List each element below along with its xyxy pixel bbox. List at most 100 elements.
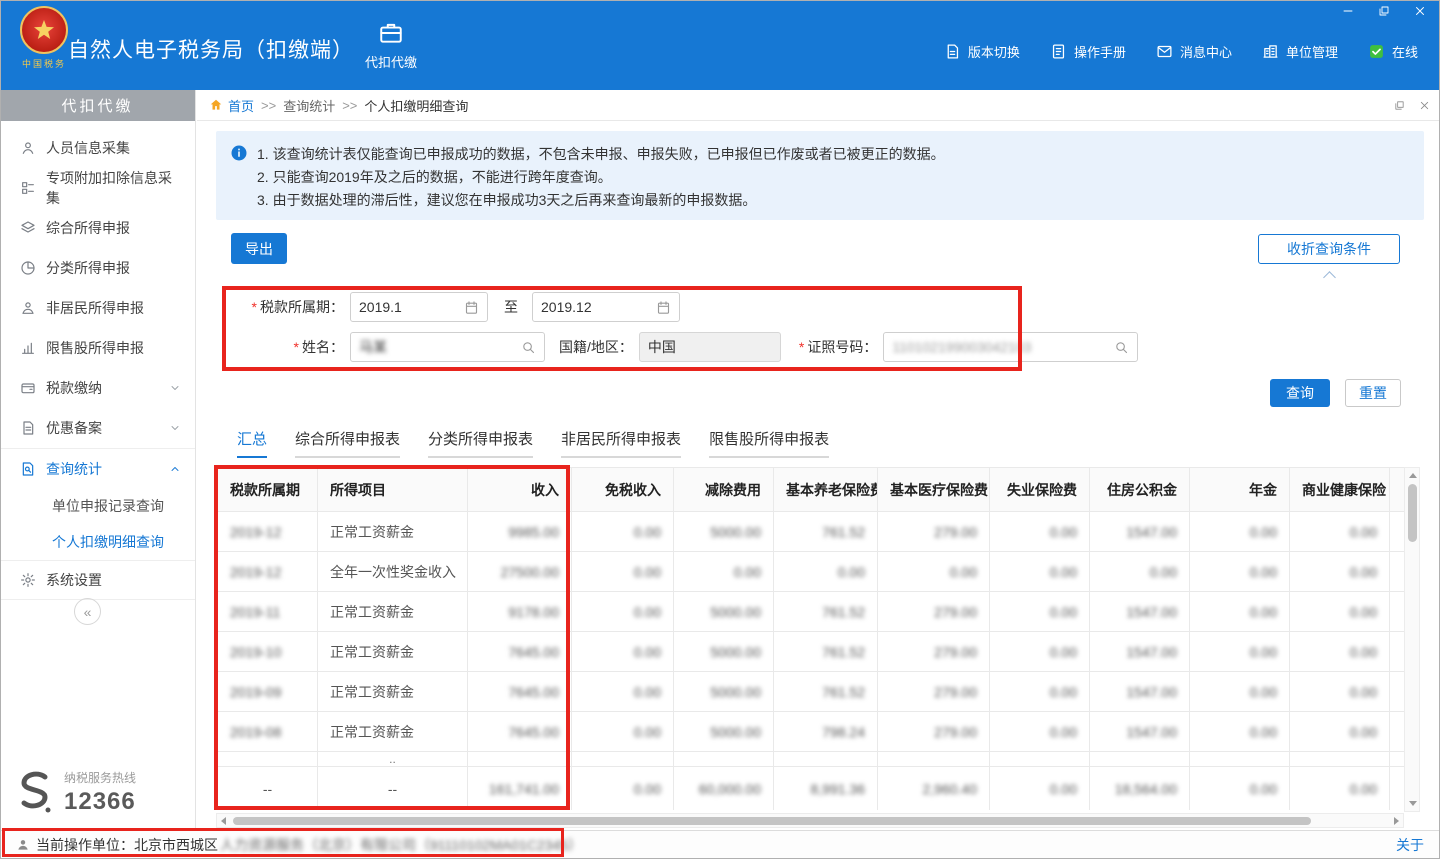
topbar: 中国税务 自然人电子税务局（扣缴端） 代扣代缴 版本切换操作手册消息中心单位管理…	[0, 0, 1440, 90]
sidebar-item-classified[interactable]: 分类所得申报	[0, 248, 195, 288]
person-outline-icon	[20, 300, 36, 316]
vertical-scrollbar[interactable]	[1404, 467, 1420, 812]
cell-value: 0.00	[990, 672, 1090, 712]
cell-value: 1547.00	[1090, 712, 1190, 752]
topbar-item-label: 在线	[1392, 42, 1418, 61]
period-from-input[interactable]: 2019.1	[350, 292, 488, 322]
topbar-item-messages[interactable]: 消息中心	[1156, 42, 1232, 61]
scroll-right-icon[interactable]	[1394, 817, 1399, 825]
table-row[interactable]: 2019-12全年一次性奖金收入27500.000.000.000.000.00…	[218, 552, 1405, 592]
close-button[interactable]	[1412, 4, 1428, 18]
list-icon	[20, 180, 36, 196]
breadcrumb-item: 查询统计	[283, 96, 335, 115]
table-row[interactable]: 2019-10正常工资薪金7645.000.005000.00761.52279…	[218, 632, 1405, 672]
tab-0[interactable]: 汇总	[237, 428, 267, 458]
online-check-icon	[1368, 43, 1385, 60]
breadcrumb-separator: >>	[261, 98, 276, 113]
table-row-total[interactable]: ----161,741.000.0060,000.008,991.362,960…	[218, 767, 1405, 811]
table-row-partial[interactable]: ..	[218, 752, 1405, 767]
nationality-input[interactable]: 中国	[639, 332, 781, 362]
cell-value: 0.00	[1190, 592, 1290, 632]
building-icon	[1262, 43, 1279, 60]
sidebar-collapse-button[interactable]: «	[74, 598, 101, 625]
bar-chart-icon	[20, 340, 36, 356]
close-icon	[1414, 5, 1426, 17]
cell-value: 0.00	[572, 712, 674, 752]
cell-item: 全年一次性奖金收入	[318, 552, 468, 592]
restore-button[interactable]	[1376, 4, 1392, 18]
info-icon	[230, 144, 248, 162]
tab-4[interactable]: 限售股所得申报表	[709, 428, 829, 458]
sidebar-item-personnel[interactable]: 人员信息采集	[0, 128, 195, 168]
minimize-button[interactable]	[1340, 4, 1356, 18]
cell-value: 5000.00	[674, 672, 774, 712]
sidebar-item-restricted-shares[interactable]: 限售股所得申报	[0, 328, 195, 368]
file-icon	[20, 420, 36, 436]
sidebar-item-preference-filing[interactable]: 优惠备案	[0, 408, 195, 448]
cell-value	[572, 752, 674, 767]
about-link[interactable]: 关于	[1396, 835, 1424, 855]
sidebar-item-special-deduction[interactable]: 专项附加扣除信息采集	[0, 168, 195, 208]
cell-value: 7645.00	[468, 632, 572, 672]
topbar-item-label: 消息中心	[1180, 42, 1232, 61]
column-header: 商业健康保险	[1290, 468, 1390, 512]
table-row[interactable]: 2019-12正常工资薪金9985.000.005000.00761.52279…	[218, 512, 1405, 552]
sidebar-item-nonresident[interactable]: 非居民所得申报	[0, 288, 195, 328]
topbar-item-org[interactable]: 单位管理	[1262, 42, 1338, 61]
sidebar-item-label: 分类所得申报	[46, 258, 130, 278]
name-input[interactable]: 马某	[350, 332, 545, 362]
collapse-query-button[interactable]: 收折查询条件	[1258, 234, 1400, 264]
search-button[interactable]: 查询	[1270, 379, 1330, 407]
period-to-input[interactable]: 2019.12	[532, 292, 680, 322]
sidebar-item-query-stats[interactable]: 查询统计	[0, 448, 195, 488]
module-tab-withholding[interactable]: 代扣代缴	[348, 12, 434, 78]
briefcase-icon	[378, 20, 404, 46]
scroll-down-icon[interactable]	[1409, 801, 1417, 806]
horizontal-scroll-thumb[interactable]	[233, 817, 1311, 825]
cell-value: 0.00	[1290, 552, 1390, 592]
cell-value: 1547.00	[1090, 592, 1190, 632]
topbar-item-manual[interactable]: 操作手册	[1050, 42, 1126, 61]
scroll-up-icon[interactable]	[1409, 473, 1417, 478]
vertical-scroll-thumb[interactable]	[1408, 484, 1417, 542]
id-number-label: *证照号码：	[799, 337, 883, 357]
sidebar-item-comprehensive[interactable]: 综合所得申报	[0, 208, 195, 248]
cell-value	[1390, 512, 1405, 552]
scroll-left-icon[interactable]	[221, 817, 226, 825]
reset-button[interactable]: 重置	[1345, 379, 1401, 407]
gear-icon	[20, 572, 36, 588]
wallet-icon	[20, 380, 36, 396]
table-row[interactable]: 2019-09正常工资薪金7645.000.005000.00761.52279…	[218, 672, 1405, 712]
sidebar-subitem-personal-detail-query[interactable]: 个人扣缴明细查询	[0, 524, 195, 560]
topbar-item-online[interactable]: 在线	[1368, 42, 1418, 61]
cell-value: 60,000.00	[674, 767, 774, 811]
topbar-item-label: 版本切换	[968, 42, 1020, 61]
horizontal-scrollbar[interactable]	[216, 813, 1404, 828]
export-button[interactable]: 导出	[231, 233, 287, 264]
table-row[interactable]: 2019-08正常工资薪金7645.000.005000.00798.24279…	[218, 712, 1405, 752]
panel-restore-icon[interactable]	[1394, 100, 1405, 111]
tab-3[interactable]: 非居民所得申报表	[561, 428, 681, 458]
cell-value: 761.52	[774, 512, 878, 552]
nationality-label: 国籍/地区：	[559, 337, 639, 357]
topbar-item-version[interactable]: 版本切换	[944, 42, 1020, 61]
breadcrumb-home[interactable]: 首页	[228, 96, 254, 115]
cell-value: 0.00	[1190, 672, 1290, 712]
cell-value: 5000.00	[674, 592, 774, 632]
cell-value: 0.00	[1290, 632, 1390, 672]
id-number-input[interactable]: 110102199003042103	[883, 332, 1138, 362]
tab-2[interactable]: 分类所得申报表	[428, 428, 533, 458]
mail-icon	[1156, 43, 1173, 60]
hotline-label: 纳税服务热线	[64, 769, 136, 786]
cell-value: 8,991.36	[774, 767, 878, 811]
panel-close-icon[interactable]	[1419, 100, 1430, 111]
sidebar-item-tax-payment[interactable]: 税款缴纳	[0, 368, 195, 408]
tab-1[interactable]: 综合所得申报表	[295, 428, 400, 458]
cell-value: 0.00	[1290, 672, 1390, 712]
sidebar-subitem-unit-report-query[interactable]: 单位申报记录查询	[0, 488, 195, 524]
sidebar-item-settings[interactable]: 系统设置	[0, 560, 195, 600]
chevron-down-icon	[169, 382, 181, 394]
table-row[interactable]: 2019-11正常工资薪金9178.000.005000.00761.52279…	[218, 592, 1405, 632]
cell-value: 0.00	[572, 632, 674, 672]
sidebar-item-label: 系统设置	[46, 570, 102, 590]
